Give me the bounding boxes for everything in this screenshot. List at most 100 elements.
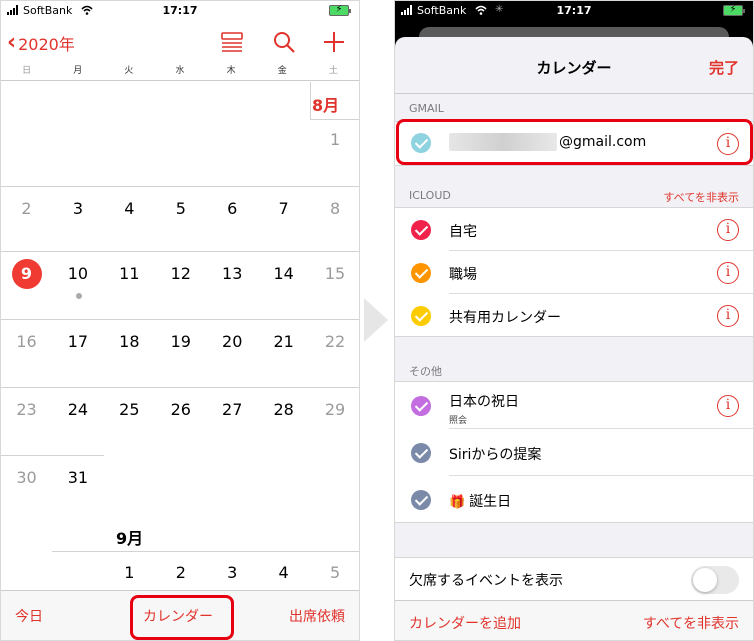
- check-icon[interactable]: [411, 262, 431, 283]
- calendar-row[interactable]: 共有用カレンダー i: [395, 294, 753, 337]
- day-cell[interactable]: 1: [105, 563, 154, 582]
- check-icon[interactable]: [411, 219, 431, 240]
- icloud-group: 自宅 i 職場 i 共有用カレンダー i: [395, 207, 753, 337]
- calendar-row[interactable]: 日本の祝日照会 i: [395, 382, 753, 429]
- day-number: 2: [21, 199, 32, 218]
- day-number: 17: [67, 332, 89, 351]
- day-cell[interactable]: 8: [311, 199, 359, 218]
- day-cell[interactable]: 19: [156, 332, 205, 351]
- day-number: 1: [124, 563, 135, 582]
- declined-events-row: 欠席するイベントを表示: [395, 558, 753, 601]
- section-header-gmail: GMAIL: [409, 102, 444, 115]
- day-cell[interactable]: 2: [2, 199, 51, 218]
- add-calendar-button[interactable]: カレンダーを追加: [409, 613, 521, 633]
- list-view-icon[interactable]: [219, 29, 245, 55]
- add-icon[interactable]: [321, 29, 347, 55]
- day-cell[interactable]: 23: [2, 400, 51, 419]
- day-cell[interactable]: 9: [2, 259, 51, 289]
- calendar-name: 誕生日: [469, 493, 512, 510]
- day-cell[interactable]: 4: [259, 563, 308, 582]
- done-button[interactable]: 完了: [709, 57, 739, 78]
- day-cell[interactable]: 18: [105, 332, 154, 351]
- day-cell[interactable]: 28: [259, 400, 308, 419]
- day-number: 21: [273, 332, 294, 351]
- check-icon[interactable]: [411, 395, 431, 416]
- day-cell[interactable]: 5: [156, 199, 205, 218]
- status-time: 17:17: [162, 4, 198, 17]
- day-cell[interactable]: 11: [105, 264, 154, 283]
- calendar-name: Siriからの提案: [449, 446, 542, 463]
- day-cell[interactable]: 17: [53, 332, 102, 351]
- day-cell[interactable]: 1: [311, 130, 359, 149]
- hide-all-icloud-button[interactable]: すべてを非表示: [663, 189, 739, 205]
- calendar-month-screen: SoftBank 17:17 ⚡ ‹ 2020年 日 月 火 水 木 金 土 8…: [0, 0, 360, 641]
- day-cell[interactable]: 15: [311, 264, 359, 283]
- calendar-row[interactable]: Siriからの提案: [395, 429, 753, 476]
- day-cell[interactable]: 31: [53, 468, 102, 487]
- day-number: 2: [175, 563, 186, 582]
- day-cell[interactable]: 27: [208, 400, 257, 419]
- day-cell[interactable]: 14: [259, 264, 308, 283]
- weekday-label: 水: [175, 66, 185, 76]
- day-cell[interactable]: 24: [53, 400, 102, 419]
- day-number: 11: [119, 264, 140, 283]
- day-number: 24: [67, 400, 89, 419]
- search-icon[interactable]: [271, 29, 297, 55]
- back-button[interactable]: ‹ 2020年: [7, 31, 75, 55]
- day-cell[interactable]: 25: [105, 400, 154, 419]
- status-bar: SoftBank 17:17 ⚡: [1, 1, 359, 21]
- day-cell[interactable]: 10: [53, 264, 102, 283]
- declined-events-group: 欠席するイベントを表示: [395, 557, 753, 601]
- week-divider: [1, 251, 359, 252]
- today-button[interactable]: 今日: [15, 606, 43, 626]
- info-icon[interactable]: i: [717, 304, 739, 327]
- calendar-row-label: 日本の祝日: [449, 391, 519, 411]
- calendar-row[interactable]: 職場 i: [395, 251, 753, 294]
- check-icon[interactable]: [411, 442, 431, 463]
- day-number: 7: [278, 199, 289, 218]
- day-cell[interactable]: 21: [259, 332, 308, 351]
- inbox-button[interactable]: 出席依頼: [289, 606, 345, 626]
- day-number: 4: [124, 199, 135, 218]
- calendar-row-label: 職場: [449, 264, 477, 284]
- day-cell[interactable]: 2: [156, 563, 205, 582]
- other-group: 日本の祝日照会 i Siriからの提案 🎁 誕生日: [395, 381, 753, 523]
- day-number: 12: [170, 264, 191, 283]
- check-icon[interactable]: [411, 489, 431, 510]
- day-cell[interactable]: 3: [53, 199, 102, 218]
- check-icon[interactable]: [411, 305, 431, 326]
- day-cell[interactable]: 30: [2, 468, 51, 487]
- day-cell[interactable]: 7: [259, 199, 308, 218]
- day-cell[interactable]: 26: [156, 400, 205, 419]
- day-number: 4: [278, 563, 289, 582]
- day-number: 13: [222, 264, 243, 283]
- calendar-subtitle: 照会: [449, 416, 468, 426]
- chevron-left-icon: ‹: [7, 30, 17, 55]
- day-cell[interactable]: 3: [208, 563, 257, 582]
- day-cell[interactable]: 6: [208, 199, 257, 218]
- day-number: 6: [227, 199, 238, 218]
- day-cell[interactable]: 13: [208, 264, 257, 283]
- calendar-name: 共有用カレンダー: [449, 309, 561, 326]
- info-icon[interactable]: i: [717, 261, 739, 284]
- hide-all-button[interactable]: すべてを非表示: [643, 613, 739, 633]
- day-cell[interactable]: 22: [311, 332, 359, 351]
- status-time: 17:17: [556, 4, 592, 17]
- day-number: 3: [72, 199, 84, 218]
- declined-events-toggle[interactable]: [691, 566, 739, 594]
- divider: [309, 82, 311, 119]
- day-cell[interactable]: 5: [311, 563, 359, 582]
- day-number: 1: [329, 130, 341, 149]
- info-icon[interactable]: i: [717, 218, 739, 241]
- day-cell[interactable]: 16: [2, 332, 51, 351]
- calendar-row[interactable]: 自宅 i: [395, 208, 753, 251]
- day-cell[interactable]: 20: [208, 332, 257, 351]
- day-cell[interactable]: 12: [156, 264, 205, 283]
- declined-events-label: 欠席するイベントを表示: [409, 573, 563, 589]
- calendar-row-label: 自宅: [449, 221, 477, 241]
- week-divider: [309, 119, 359, 120]
- day-cell[interactable]: 4: [105, 199, 154, 218]
- calendar-row[interactable]: 🎁 誕生日: [395, 476, 753, 523]
- info-icon[interactable]: i: [717, 394, 739, 417]
- day-cell[interactable]: 29: [311, 400, 359, 419]
